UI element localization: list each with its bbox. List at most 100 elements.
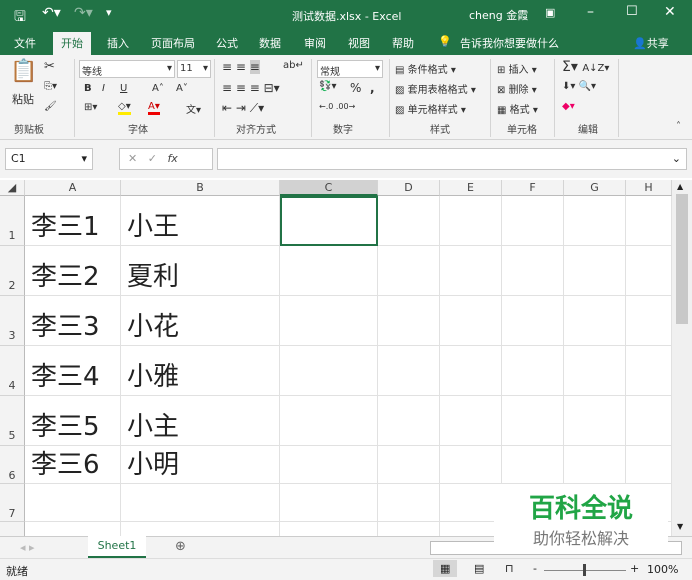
- font-color-icon[interactable]: A▾: [148, 101, 160, 115]
- column-header[interactable]: B: [121, 180, 280, 196]
- format-cells-button[interactable]: ▦ 格式 ▾: [497, 101, 538, 116]
- cancel-icon[interactable]: ✕: [128, 152, 137, 165]
- autosum-icon[interactable]: Σ▾ A↓Z▾: [562, 59, 609, 75]
- fill-icon[interactable]: ⬇▾ 🔍▾: [562, 81, 596, 92]
- font-size-select[interactable]: 11 ▾: [177, 60, 211, 78]
- cell[interactable]: [440, 446, 502, 484]
- add-sheet-icon[interactable]: ⊕: [175, 539, 186, 554]
- font-name-select[interactable]: 等线 ▾: [79, 60, 175, 78]
- cell[interactable]: [121, 484, 280, 522]
- cell[interactable]: [280, 522, 378, 536]
- cell[interactable]: [378, 396, 440, 446]
- cell[interactable]: [502, 346, 564, 396]
- tab-review[interactable]: 审阅: [304, 35, 326, 51]
- maximize-button[interactable]: ☐: [626, 4, 638, 19]
- redo-icon[interactable]: ↷▾: [74, 5, 93, 21]
- cell[interactable]: [378, 196, 440, 246]
- tab-file[interactable]: 文件: [14, 35, 36, 51]
- cell[interactable]: [626, 196, 672, 246]
- column-header[interactable]: E: [440, 180, 502, 196]
- enter-icon[interactable]: ✓: [148, 152, 157, 165]
- table-format-button[interactable]: ▨ 套用表格格式 ▾: [395, 81, 476, 96]
- collapse-ribbon-icon[interactable]: ˄: [676, 121, 681, 132]
- normal-view-icon[interactable]: ▦: [433, 560, 458, 577]
- cell[interactable]: 夏利: [121, 246, 280, 296]
- row-header[interactable]: 5: [0, 396, 25, 446]
- cell[interactable]: 小王: [121, 196, 280, 246]
- function-icon[interactable]: fx: [167, 152, 177, 165]
- cell[interactable]: [440, 522, 502, 536]
- row-header[interactable]: [0, 522, 25, 536]
- sheet-tab[interactable]: Sheet1: [88, 536, 146, 558]
- column-header[interactable]: G: [564, 180, 626, 196]
- border-icon[interactable]: ⊞▾: [84, 102, 97, 113]
- copy-icon[interactable]: ⎘▾: [44, 81, 57, 92]
- cell[interactable]: [440, 296, 502, 346]
- percent-button[interactable]: %: [350, 81, 361, 95]
- vertical-scrollbar[interactable]: ▲ ▼: [672, 180, 692, 536]
- align-top-icon[interactable]: ≡ ≡ ≡: [222, 60, 260, 74]
- cell[interactable]: [378, 346, 440, 396]
- cell[interactable]: [502, 396, 564, 446]
- cell[interactable]: [440, 484, 502, 522]
- row-header[interactable]: 6: [0, 446, 25, 484]
- zoom-slider-thumb[interactable]: [583, 564, 586, 576]
- cell[interactable]: 李三6: [25, 446, 121, 484]
- comma-button[interactable]: ,: [370, 81, 375, 95]
- row-header[interactable]: 7: [0, 484, 25, 522]
- format-painter-icon[interactable]: 🖌: [44, 101, 57, 112]
- delete-cells-button[interactable]: ⊠ 删除 ▾: [497, 81, 537, 96]
- cell[interactable]: 小明: [121, 446, 280, 484]
- close-button[interactable]: ✕: [664, 4, 676, 20]
- increase-font-icon[interactable]: A˄: [152, 83, 164, 94]
- cell[interactable]: [502, 246, 564, 296]
- cell[interactable]: [440, 396, 502, 446]
- cell[interactable]: 小雅: [121, 346, 280, 396]
- tab-home[interactable]: 开始: [53, 32, 91, 55]
- cell[interactable]: [280, 296, 378, 346]
- cell[interactable]: [626, 446, 672, 484]
- row-header[interactable]: 4: [0, 346, 25, 396]
- undo-icon[interactable]: ↶▾: [42, 5, 61, 21]
- cell[interactable]: [440, 346, 502, 396]
- cell[interactable]: 李三5: [25, 396, 121, 446]
- cell[interactable]: [626, 246, 672, 296]
- cell[interactable]: [626, 346, 672, 396]
- wrap-text-icon[interactable]: ab↵: [283, 60, 304, 71]
- zoom-out-button[interactable]: -: [533, 562, 537, 575]
- cut-icon[interactable]: ✂: [44, 59, 55, 74]
- cell[interactable]: 小主: [121, 396, 280, 446]
- cell[interactable]: [502, 296, 564, 346]
- cell[interactable]: [280, 246, 378, 296]
- decrease-font-icon[interactable]: A˅: [176, 83, 188, 94]
- page-break-icon[interactable]: ⊓: [505, 562, 514, 575]
- cell[interactable]: [564, 246, 626, 296]
- cell[interactable]: [564, 196, 626, 246]
- column-header[interactable]: D: [378, 180, 440, 196]
- column-header[interactable]: H: [626, 180, 672, 196]
- column-header[interactable]: A: [25, 180, 121, 196]
- cell[interactable]: [121, 522, 280, 536]
- tab-page-layout[interactable]: 页面布局: [151, 35, 195, 51]
- fill-color-icon[interactable]: ◇▾: [118, 101, 131, 115]
- paste-icon[interactable]: 📋: [10, 59, 37, 84]
- prev-sheet-icon[interactable]: ◂ ▸: [20, 541, 35, 554]
- paste-button[interactable]: 粘贴: [12, 91, 34, 107]
- customize-qat-icon[interactable]: ▾: [106, 6, 112, 19]
- zoom-in-button[interactable]: +: [630, 562, 639, 575]
- cell-style-button[interactable]: ▨ 单元格样式 ▾: [395, 101, 466, 116]
- selected-cell-c1[interactable]: [280, 196, 378, 246]
- cell[interactable]: [378, 246, 440, 296]
- cell[interactable]: [280, 446, 378, 484]
- share-button[interactable]: 👤共享: [633, 35, 669, 51]
- row-header[interactable]: 1: [0, 196, 25, 246]
- cell[interactable]: [378, 296, 440, 346]
- name-box[interactable]: C1 ▾: [5, 148, 93, 170]
- cell[interactable]: [25, 522, 121, 536]
- tab-data[interactable]: 数据: [259, 35, 281, 51]
- cell[interactable]: [378, 522, 440, 536]
- bold-button[interactable]: B: [84, 83, 92, 94]
- cell[interactable]: [626, 396, 672, 446]
- cell[interactable]: 小花: [121, 296, 280, 346]
- cell[interactable]: 李三3: [25, 296, 121, 346]
